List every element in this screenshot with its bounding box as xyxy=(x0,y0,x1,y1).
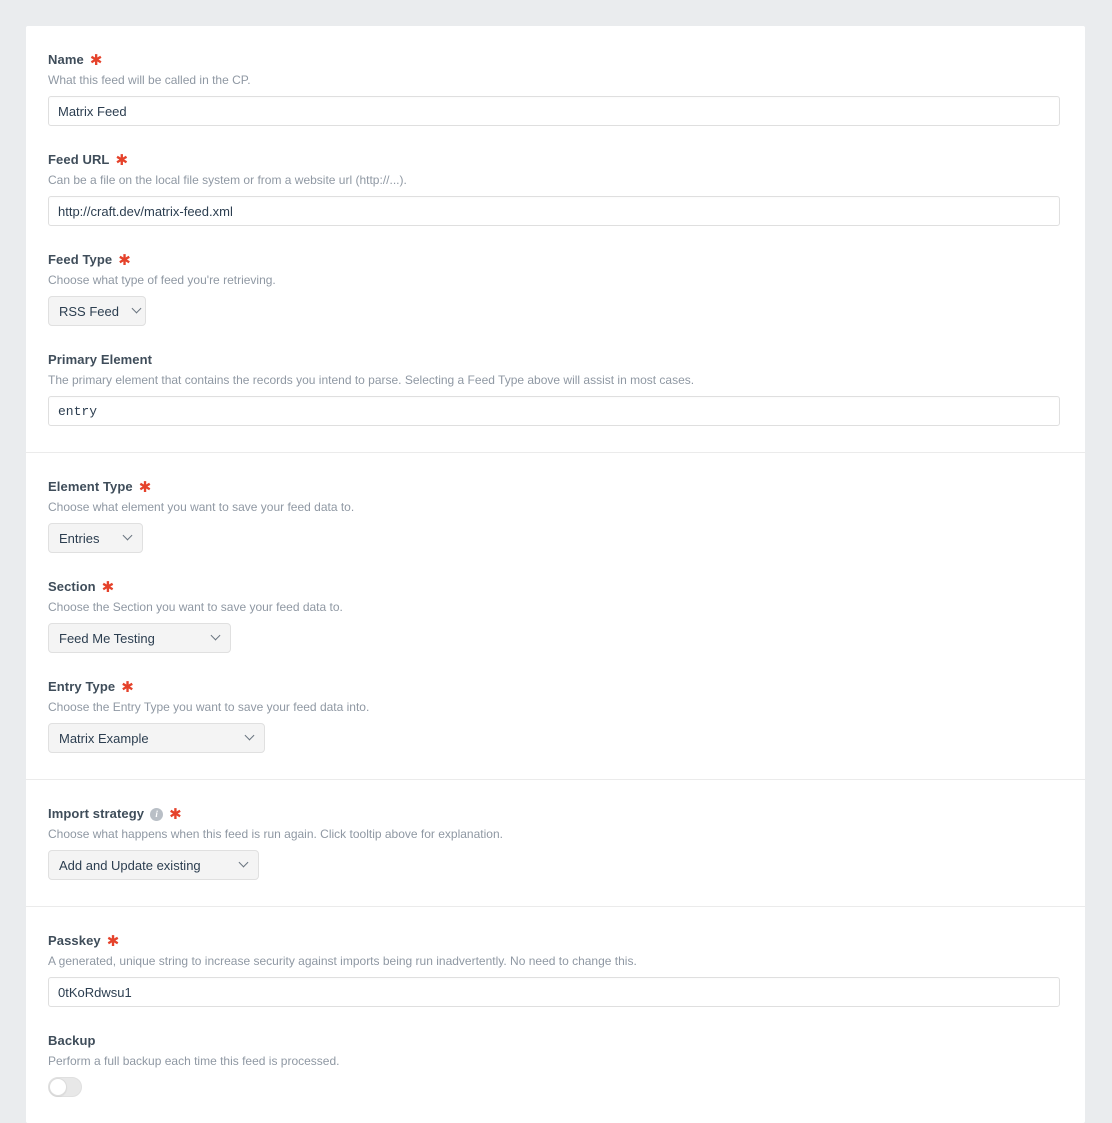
section-selected-value: Feed Me Testing xyxy=(59,630,155,646)
label-section: Section ✱ xyxy=(48,579,1063,595)
required-asterisk: ✱ xyxy=(118,252,131,269)
help-element-type: Choose what element you want to save you… xyxy=(48,500,355,514)
field-passkey: Passkey ✱ A generated, unique string to … xyxy=(48,933,1063,1007)
label-passkey: Passkey ✱ xyxy=(48,933,1063,949)
required-asterisk: ✱ xyxy=(115,152,129,169)
help-passkey: A generated, unique string to increase s… xyxy=(48,954,637,968)
label-feed-url: Feed URL ✱ xyxy=(48,152,1063,168)
field-entry-type: Entry Type ✱ Choose the Entry Type you w… xyxy=(48,679,1063,753)
passkey-input[interactable] xyxy=(48,977,1060,1007)
chevron-down-icon xyxy=(246,732,255,741)
chevron-down-icon xyxy=(124,532,133,541)
label-name: Name ✱ xyxy=(48,52,1063,68)
entry-type-select[interactable]: Matrix Example xyxy=(48,723,265,753)
element-type-selected-value: Entries xyxy=(59,530,100,546)
element-type-select[interactable]: Entries xyxy=(48,523,143,553)
feed-settings-card: Name ✱ What this feed will be called in … xyxy=(26,26,1085,1123)
label-feed-type: Feed Type ✱ xyxy=(48,252,1063,268)
label-feed-url-text: Feed URL xyxy=(48,152,110,167)
field-feed-url: Feed URL ✱ Can be a file on the local fi… xyxy=(48,152,1063,226)
help-backup: Perform a full backup each time this fee… xyxy=(48,1054,340,1068)
required-asterisk: ✱ xyxy=(138,479,152,496)
field-element-type: Element Type ✱ Choose what element you w… xyxy=(48,479,1063,553)
backup-toggle[interactable] xyxy=(48,1077,82,1097)
section-import-strategy: Import strategy i ✱ Choose what happens … xyxy=(26,780,1085,907)
section-target-element: Element Type ✱ Choose what element you w… xyxy=(26,453,1085,780)
backup-toggle-knob xyxy=(49,1078,67,1096)
label-name-text: Name xyxy=(48,52,84,67)
chevron-down-icon xyxy=(240,859,249,868)
label-entry-type: Entry Type ✱ xyxy=(48,679,1063,695)
required-asterisk: ✱ xyxy=(89,52,103,69)
label-backup-text: Backup xyxy=(48,1033,96,1048)
label-section-text: Section xyxy=(48,579,96,594)
field-feed-type: Feed Type ✱ Choose what type of feed you… xyxy=(48,252,1063,326)
help-feed-url: Can be a file on the local file system o… xyxy=(48,173,407,187)
required-asterisk: ✱ xyxy=(169,806,182,823)
field-name: Name ✱ What this feed will be called in … xyxy=(48,52,1063,126)
field-section: Section ✱ Choose the Section you want to… xyxy=(48,579,1063,653)
chevron-down-icon xyxy=(212,632,221,641)
entry-type-selected-value: Matrix Example xyxy=(59,730,149,746)
label-passkey-text: Passkey xyxy=(48,933,101,948)
section-select[interactable]: Feed Me Testing xyxy=(48,623,231,653)
help-name: What this feed will be called in the CP. xyxy=(48,73,251,87)
field-import-strategy: Import strategy i ✱ Choose what happens … xyxy=(48,806,1063,880)
label-primary-element-text: Primary Element xyxy=(48,352,153,367)
primary-element-input[interactable] xyxy=(48,396,1060,426)
help-primary-element: The primary element that contains the re… xyxy=(48,373,695,387)
field-primary-element: Primary Element The primary element that… xyxy=(48,352,1063,426)
feed-type-select[interactable]: RSS Feed xyxy=(48,296,146,326)
info-icon[interactable]: i xyxy=(150,807,164,821)
page-background: Name ✱ What this feed will be called in … xyxy=(0,0,1112,1123)
label-entry-type-text: Entry Type xyxy=(48,679,116,694)
chevron-down-icon xyxy=(133,305,136,314)
label-primary-element: Primary Element xyxy=(48,352,1063,368)
label-element-type: Element Type ✱ xyxy=(48,479,1063,495)
feed-url-input[interactable] xyxy=(48,196,1060,226)
import-strategy-selected-value: Add and Update existing xyxy=(59,857,201,873)
required-asterisk: ✱ xyxy=(106,933,120,950)
label-import-strategy: Import strategy i ✱ xyxy=(48,806,1063,822)
field-backup: Backup Perform a full backup each time t… xyxy=(48,1033,1063,1097)
label-feed-type-text: Feed Type xyxy=(48,252,113,267)
import-strategy-select[interactable]: Add and Update existing xyxy=(48,850,259,880)
help-entry-type: Choose the Entry Type you want to save y… xyxy=(48,700,370,714)
required-asterisk: ✱ xyxy=(121,679,134,696)
help-feed-type: Choose what type of feed you're retrievi… xyxy=(48,273,276,287)
name-input[interactable] xyxy=(48,96,1060,126)
section-feed-source: Name ✱ What this feed will be called in … xyxy=(26,26,1085,453)
label-import-strategy-text: Import strategy xyxy=(48,806,145,821)
label-element-type-text: Element Type xyxy=(48,479,133,494)
label-backup: Backup xyxy=(48,1033,1063,1049)
feed-type-selected-value: RSS Feed xyxy=(59,303,119,319)
required-asterisk: ✱ xyxy=(101,579,115,596)
help-import-strategy: Choose what happens when this feed is ru… xyxy=(48,827,503,841)
help-section: Choose the Section you want to save your… xyxy=(48,600,343,614)
section-security-backup: Passkey ✱ A generated, unique string to … xyxy=(26,907,1085,1123)
